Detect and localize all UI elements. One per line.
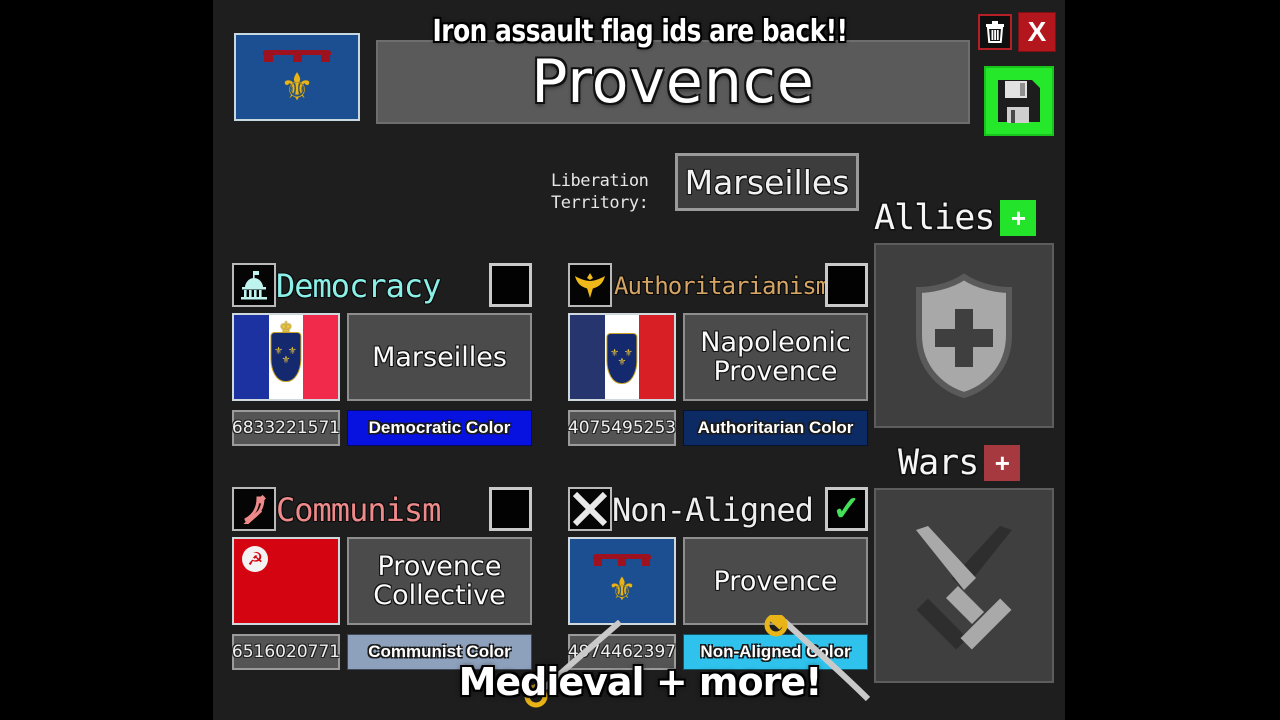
ideology-checkbox-authoritarianism[interactable] — [825, 263, 868, 307]
provence-label-charge — [592, 554, 652, 567]
provence-label-charge — [262, 50, 332, 63]
flag-id-value: 6833221571 — [231, 418, 341, 438]
ideology-id-row: 4075495253 Authoritarian Color — [568, 410, 868, 446]
hammer-sickle-emblem-icon: ☭ — [242, 545, 269, 572]
crossed-swords-icon — [916, 525, 1012, 649]
ideology-id-row: 6833221571 Democratic Color — [232, 410, 532, 446]
color-button-democracy[interactable]: Democratic Color — [347, 410, 532, 446]
ideology-header: Communism — [232, 487, 532, 533]
flag-id-value: 6516020771 — [231, 642, 341, 662]
state-name-value: Napoleonic Provence — [700, 327, 851, 387]
liberation-territory-input[interactable]: Marseilles — [675, 153, 859, 211]
ideology-title: Communism — [276, 491, 441, 529]
provence-flag-icon: ⚜ — [570, 539, 674, 623]
hammer-and-sickle-icon — [232, 487, 276, 531]
flag-preview-communism[interactable]: ☭ — [232, 537, 340, 625]
ideology-checkbox-democracy[interactable] — [489, 263, 532, 307]
color-button-authoritarianism[interactable]: Authoritarian Color — [683, 410, 868, 446]
ideology-title: Democracy — [276, 267, 441, 305]
french-fleurdelis-tricolor-flag-icon: ⚜ ⚜ ⚜ — [570, 315, 674, 399]
flag-id-value: 4974462397 — [567, 642, 677, 662]
state-name-value: Marseilles — [372, 341, 507, 373]
nation-name-input[interactable]: Provence — [376, 40, 970, 124]
ideology-flag-row: ☭ Provence Collective — [232, 537, 532, 625]
top-banner-text: Iron assault flag ids are back!! — [432, 14, 848, 49]
french-royal-tricolor-flag-icon: ♚ ⚜ ⚜ ⚜ — [234, 315, 338, 399]
flag-id-input-democracy[interactable]: 6833221571 — [232, 410, 340, 446]
flag-preview-authoritarianism[interactable]: ⚜ ⚜ ⚜ — [568, 313, 676, 401]
state-name-input-democracy[interactable]: Marseilles — [347, 313, 532, 401]
nation-name-value: Provence — [531, 47, 815, 117]
flag-id-input-authoritarianism[interactable]: 4075495253 — [568, 410, 676, 446]
wars-list[interactable] — [874, 488, 1054, 683]
ideology-flag-row: ⚜ ⚜ ⚜ Napoleonic Provence — [568, 313, 868, 401]
flag-id-value: 4075495253 — [567, 418, 677, 438]
flag-preview-non-aligned[interactable]: ⚜ — [568, 537, 676, 625]
ideology-header: Non-Aligned ✓ — [568, 487, 868, 533]
wars-title: Wars — [898, 443, 979, 483]
ideology-flag-row: ♚ ⚜ ⚜ ⚜ Marseilles — [232, 313, 532, 401]
add-war-button[interactable]: + — [984, 445, 1021, 481]
add-ally-button[interactable]: + — [1000, 200, 1037, 236]
state-name-input-non-aligned[interactable]: Provence — [683, 537, 868, 625]
ideology-block-democracy: Democracy ♚ ⚜ ⚜⚜ Marseilles 6833221571 — [232, 263, 532, 458]
flag-preview-democracy[interactable]: ♚ ⚜ ⚜ ⚜ — [232, 313, 340, 401]
allies-list[interactable] — [874, 243, 1054, 428]
fleurdelis-shield-icon: ⚜ ⚜ ⚜ — [606, 333, 638, 384]
wars-header: Wars + — [898, 443, 1021, 483]
ideology-block-communism: Communism ☭ Provence Collective 65160207… — [232, 487, 532, 682]
ideology-header: Democracy — [232, 263, 532, 309]
ideology-header: Authoritarianism — [568, 263, 868, 309]
eagle-icon — [568, 263, 612, 307]
state-name-value: Provence — [713, 565, 838, 597]
allies-header: Allies + — [874, 198, 1037, 238]
checkmark-icon: ✓ — [832, 490, 861, 528]
royal-shield-icon: ⚜ ⚜ ⚜ — [270, 331, 302, 383]
ideology-checkbox-non-aligned[interactable]: ✓ — [825, 487, 868, 531]
ideology-checkbox-communism[interactable] — [489, 487, 532, 531]
fleur-de-lis-icon: ⚜ — [279, 66, 315, 109]
allies-title: Allies — [874, 198, 995, 238]
state-name-value: Provence Collective — [373, 551, 506, 611]
save-button[interactable] — [984, 66, 1054, 136]
x-cross-icon — [568, 487, 612, 531]
ideology-title: Authoritarianism — [614, 272, 830, 300]
ideology-flag-row: ⚜ Provence — [568, 537, 868, 625]
bottom-banner-text: Medieval + more! — [458, 660, 823, 704]
communist-red-flag-icon: ☭ — [234, 539, 338, 623]
state-name-input-authoritarianism[interactable]: Napoleonic Provence — [683, 313, 868, 401]
ideology-block-authoritarianism: Authoritarianism ⚜ ⚜ ⚜ Napoleonic Provenc… — [568, 263, 868, 458]
liberation-territory-label: Liberation Territory: — [551, 171, 649, 213]
liberation-territory-value: Marseilles — [684, 162, 850, 202]
capitol-building-icon — [232, 263, 276, 307]
state-name-input-communism[interactable]: Provence Collective — [347, 537, 532, 625]
shield-cross-icon — [916, 272, 1012, 398]
fleur-de-lis-icon: ⚜ — [607, 570, 637, 607]
app-screen: ⚜ Provence X Liberation Territory: Marse… — [0, 0, 1280, 720]
floppy-disk-save-icon — [998, 80, 1040, 123]
ideology-title: Non-Aligned — [612, 491, 814, 529]
ideology-block-non-aligned: Non-Aligned ✓ ⚜ Provence 4974462397 Non-… — [568, 487, 868, 682]
